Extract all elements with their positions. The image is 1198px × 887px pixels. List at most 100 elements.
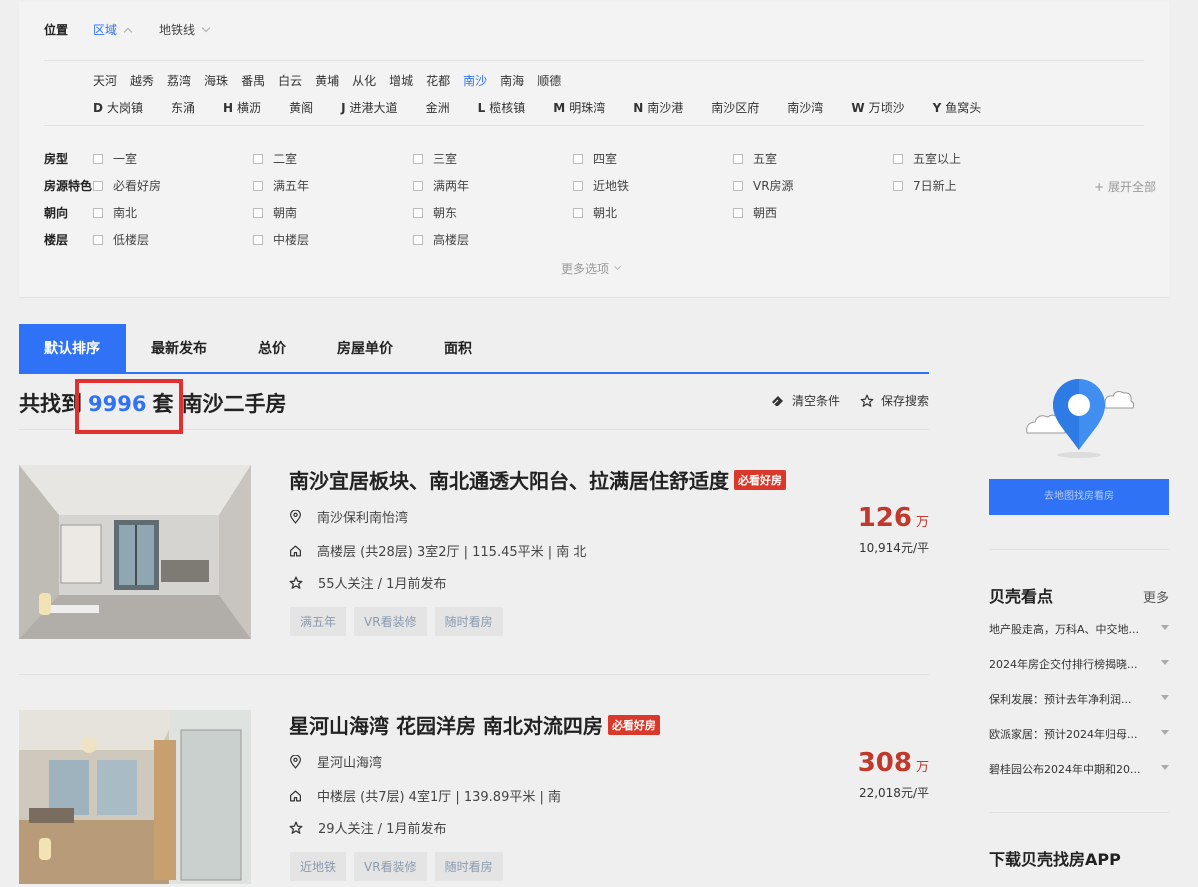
district-item[interactable]: 天河 [93, 72, 117, 89]
unit-price: 10,914元/平 [858, 541, 929, 555]
sort-tab[interactable]: 默认排序 [19, 324, 126, 372]
subarea-item[interactable]: 东涌 [171, 99, 209, 116]
filter-option[interactable]: 一室 [93, 150, 137, 167]
filter-option[interactable]: 五室以上 [893, 150, 961, 167]
district-item[interactable]: 顺德 [537, 72, 561, 89]
community-link[interactable]: 南沙保利南怡湾 [289, 507, 408, 526]
filter-option[interactable]: 7日新上 [893, 177, 957, 194]
listing-card[interactable]: 星河山海湾 花园洋房 南北对流四房 必看好房 星河山海湾 中楼层 (共7层) 4室1厅… [19, 710, 929, 887]
filter-option[interactable]: 朝东 [413, 204, 457, 221]
checkbox[interactable] [413, 153, 423, 164]
district-item[interactable]: 番禺 [241, 72, 265, 89]
news-title: 贝壳看点 [989, 587, 1054, 606]
chevron-up-icon [123, 27, 133, 36]
checkbox[interactable] [93, 180, 103, 191]
district-item[interactable]: 越秀 [130, 72, 154, 89]
filter-option[interactable]: 二室 [253, 150, 297, 167]
filter-option[interactable]: 近地铁 [573, 177, 629, 194]
filter-option[interactable]: 南北 [93, 204, 137, 221]
news-item[interactable]: 碧桂园公布2024年中期和20... [989, 761, 1169, 796]
filter-option[interactable]: 三室 [413, 150, 457, 167]
checkbox[interactable] [733, 153, 743, 164]
caret-down-icon [1161, 625, 1169, 630]
listing-photo[interactable] [19, 465, 251, 639]
filter-option[interactable]: 高楼层 [413, 231, 469, 248]
subarea-item[interactable]: 南沙区府 [711, 99, 773, 116]
district-item[interactable]: 从化 [352, 72, 376, 89]
filter-option[interactable]: 中楼层 [253, 231, 309, 248]
subarea-item[interactable]: L 榄核镇 [478, 99, 540, 116]
sort-tab[interactable]: 房屋单价 [312, 324, 419, 372]
district-item[interactable]: 海珠 [204, 72, 228, 89]
subarea-item[interactable]: M 明珠湾 [553, 99, 619, 116]
community-link[interactable]: 星河山海湾 [289, 752, 382, 771]
checkbox[interactable] [253, 180, 263, 191]
subarea-item[interactable]: 黄阁 [289, 99, 327, 116]
listing-title[interactable]: 南沙宜居板块、南北通透大阳台、拉满居住舒适度 必看好房 [289, 465, 786, 494]
checkbox[interactable] [253, 234, 263, 245]
news-header: 贝壳看点 更多 [989, 583, 1169, 607]
checkbox[interactable] [93, 234, 103, 245]
checkbox[interactable] [413, 207, 423, 218]
clear-conditions-button[interactable]: 清空条件 [771, 392, 840, 409]
district-item[interactable]: 白云 [278, 72, 302, 89]
checkbox[interactable] [893, 180, 903, 191]
filter-option[interactable]: 朝南 [253, 204, 297, 221]
subarea-item[interactable]: Y 鱼窝头 [933, 99, 996, 116]
filter-option[interactable]: VR房源 [733, 177, 794, 194]
tab-district[interactable]: 区域 [93, 21, 133, 38]
checkbox[interactable] [893, 153, 903, 164]
listing-title[interactable]: 星河山海湾 花园洋房 南北对流四房 必看好房 [289, 710, 660, 739]
app-download-title[interactable]: 下载贝壳找房APP [989, 846, 1121, 870]
filter-option[interactable]: 满两年 [413, 177, 469, 194]
checkbox[interactable] [573, 180, 583, 191]
expand-all-link[interactable]: + 展开全部 [1094, 178, 1156, 195]
filter-option[interactable]: 朝西 [733, 204, 777, 221]
checkbox[interactable] [413, 234, 423, 245]
filter-option[interactable]: 满五年 [253, 177, 309, 194]
save-search-button[interactable]: 保存搜索 [860, 392, 929, 409]
checkbox[interactable] [733, 180, 743, 191]
news-more-link[interactable]: 更多 [1143, 587, 1169, 606]
sort-tab[interactable]: 面积 [419, 324, 498, 372]
filter-option[interactable]: 朝北 [573, 204, 617, 221]
district-item[interactable]: 黄埔 [315, 72, 339, 89]
subarea-item[interactable]: W 万顷沙 [851, 99, 918, 116]
district-item[interactable]: 花都 [426, 72, 450, 89]
subarea-item[interactable]: J 进港大道 [341, 99, 411, 116]
subarea-name: 大岗镇 [106, 101, 143, 115]
news-item[interactable]: 保利发展：预计去年净利润... [989, 691, 1169, 726]
checkbox[interactable] [573, 207, 583, 218]
news-item[interactable]: 2024年房企交付排行榜揭晓... [989, 656, 1169, 691]
sort-tab[interactable]: 最新发布 [126, 324, 233, 372]
checkbox[interactable] [733, 207, 743, 218]
district-item[interactable]: 南沙 [463, 72, 487, 89]
news-item[interactable]: 欧派家居：预计2024年归母... [989, 726, 1169, 761]
checkbox[interactable] [253, 207, 263, 218]
more-options-toggle[interactable]: 更多选项 [561, 260, 622, 277]
filter-option[interactable]: 必看好房 [93, 177, 161, 194]
news-item[interactable]: 地产股走高，万科A、中交地... [989, 621, 1169, 656]
subarea-name: 明珠湾 [569, 101, 606, 115]
checkbox[interactable] [93, 207, 103, 218]
district-item[interactable]: 荔湾 [167, 72, 191, 89]
checkbox[interactable] [93, 153, 103, 164]
subarea-item[interactable]: D 大岗镇 [93, 99, 157, 116]
sort-tab[interactable]: 总价 [233, 324, 312, 372]
listing-card[interactable]: 南沙宜居板块、南北通透大阳台、拉满居住舒适度 必看好房 南沙保利南怡湾 高楼层 (共2… [19, 465, 929, 665]
district-item[interactable]: 南海 [500, 72, 524, 89]
filter-option[interactable]: 四室 [573, 150, 617, 167]
district-item[interactable]: 增城 [389, 72, 413, 89]
checkbox[interactable] [413, 180, 423, 191]
subarea-item[interactable]: 金洲 [426, 99, 464, 116]
subarea-item[interactable]: H 横沥 [223, 99, 275, 116]
tab-subway[interactable]: 地铁线 [159, 21, 211, 38]
filter-option[interactable]: 低楼层 [93, 231, 149, 248]
checkbox[interactable] [573, 153, 583, 164]
subarea-item[interactable]: 南沙湾 [787, 99, 837, 116]
subarea-item[interactable]: N 南沙港 [633, 99, 697, 116]
listing-photo[interactable] [19, 710, 251, 884]
map-search-button[interactable]: 去地图找房看房 [989, 479, 1169, 515]
checkbox[interactable] [253, 153, 263, 164]
filter-option[interactable]: 五室 [733, 150, 777, 167]
